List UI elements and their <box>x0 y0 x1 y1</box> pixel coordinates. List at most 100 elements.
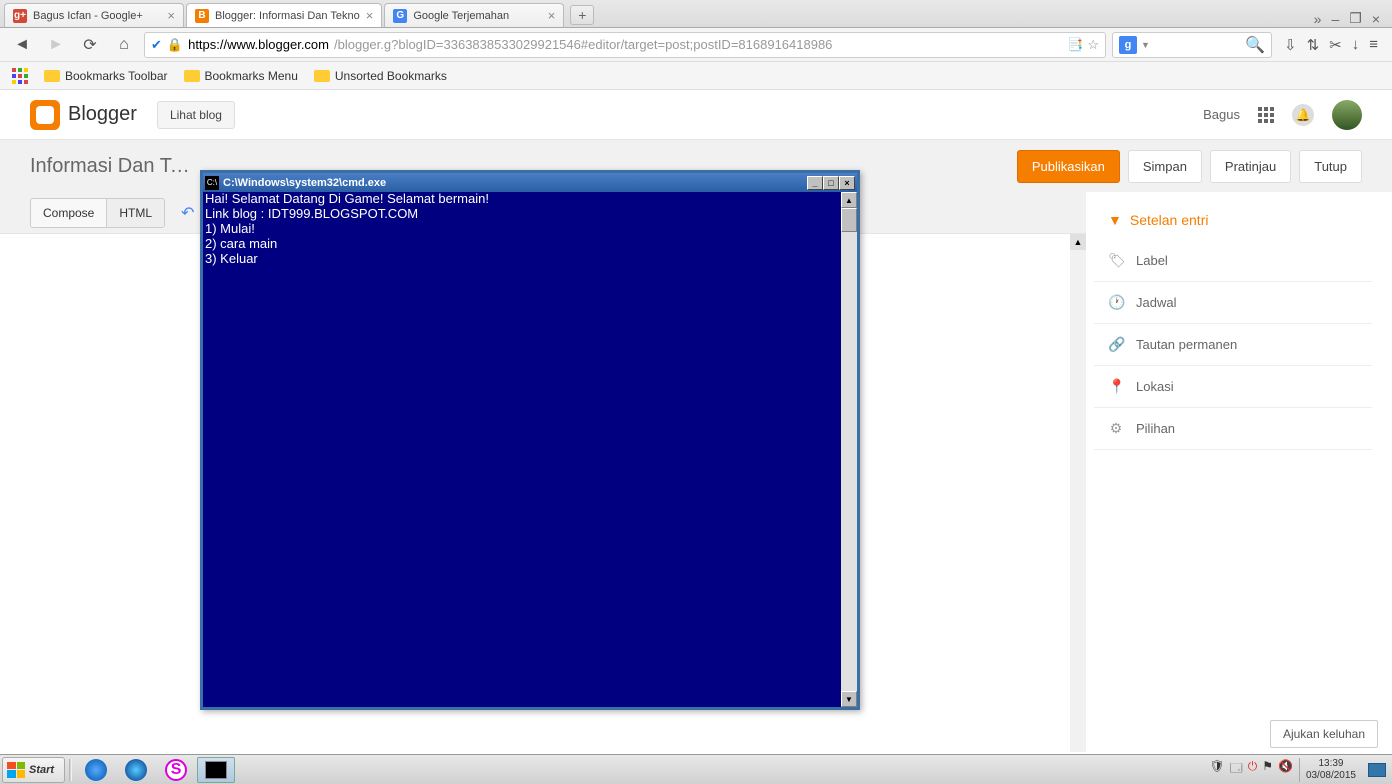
back-button[interactable]: ◄ <box>8 31 36 59</box>
search-icon[interactable]: 🔍 <box>1245 35 1265 55</box>
scroll-up-icon[interactable]: ▲ <box>1070 234 1086 250</box>
close-button[interactable]: × <box>1372 11 1380 27</box>
cmd-scrollbar[interactable]: ▲ ▼ <box>841 192 857 707</box>
bookmarks-toolbar-folder[interactable]: Bookmarks Toolbar <box>44 69 168 83</box>
taskbar-ie[interactable] <box>77 757 115 783</box>
blogger-logo-icon <box>30 100 60 130</box>
tray-clock[interactable]: 13:39 03/08/2015 <box>1299 758 1362 782</box>
publish-button[interactable]: Publikasikan <box>1017 150 1120 183</box>
tray-shield-icon[interactable]: 🛡 <box>1209 759 1224 780</box>
reader-icon[interactable]: 📑 <box>1067 37 1083 53</box>
scroll-up-icon[interactable]: ▲ <box>841 192 857 208</box>
cmd-maximize-button[interactable]: □ <box>823 176 839 190</box>
close-icon[interactable]: × <box>167 8 175 23</box>
window-controls: » – ❐ × <box>1314 10 1392 27</box>
folder-icon <box>184 70 200 82</box>
save-button[interactable]: Simpan <box>1128 150 1202 183</box>
tag-icon: 🏷 <box>1108 252 1124 269</box>
minimize-button[interactable]: – <box>1331 11 1339 27</box>
location-icon: 📍 <box>1108 378 1124 395</box>
sidebar-item-schedule[interactable]: 🕐 Jadwal <box>1094 282 1372 324</box>
lock-icon: 🔒 <box>167 37 183 53</box>
s-icon: S <box>165 759 187 781</box>
forward-button[interactable]: ► <box>42 31 70 59</box>
sync-icon[interactable]: ⇅ <box>1307 36 1320 54</box>
sidebar-item-location[interactable]: 📍 Lokasi <box>1094 366 1372 408</box>
preview-button[interactable]: Pratinjau <box>1210 150 1291 183</box>
maximize-button[interactable]: ❐ <box>1349 10 1362 27</box>
view-blog-button[interactable]: Lihat blog <box>157 101 235 129</box>
system-tray: 🛡 🗔 ⏻ ⚑ 🔇 13:39 03/08/2015 <box>1203 758 1392 782</box>
taskbar-cmd[interactable] <box>197 757 235 783</box>
url-path: /blogger.g?blogID=3363838533029921546#ed… <box>334 37 1062 52</box>
cometbird-icon <box>125 759 147 781</box>
verified-icon: ✔ <box>151 37 162 53</box>
apps-grid-icon[interactable] <box>1258 107 1274 123</box>
sidebar-item-options[interactable]: ⚙ Pilihan <box>1094 408 1372 450</box>
blogger-logo[interactable]: Blogger <box>30 100 137 130</box>
chevron-down-icon: ▼ <box>1108 212 1122 228</box>
close-button[interactable]: Tutup <box>1299 150 1362 183</box>
star-icon[interactable]: ☆ <box>1087 37 1099 53</box>
dropdown-icon[interactable]: ▼ <box>1141 40 1150 50</box>
cmd-close-button[interactable]: × <box>839 176 855 190</box>
scroll-thumb[interactable] <box>841 208 857 232</box>
show-desktop-button[interactable] <box>1368 763 1386 777</box>
tray-volume-icon[interactable]: 🔇 <box>1278 759 1293 780</box>
close-icon[interactable]: × <box>548 8 556 23</box>
taskbar: Start S 🛡 🗔 ⏻ ⚑ 🔇 13:39 03/08/2015 <box>0 754 1392 784</box>
tab-blogger[interactable]: B Blogger: Informasi Dan Tekno × <box>186 3 382 27</box>
menu-icon[interactable]: ≡ <box>1369 36 1378 53</box>
blogger-icon: B <box>195 9 209 23</box>
unsorted-bookmarks-folder[interactable]: Unsorted Bookmarks <box>314 69 447 83</box>
download-icon[interactable]: ↓ <box>1352 36 1360 53</box>
toolbar-actions: ⇩ ⇅ ✂ ↓ ≡ <box>1278 36 1384 54</box>
cmd-minimize-button[interactable]: _ <box>807 176 823 190</box>
notifications-icon[interactable]: 🔔 <box>1292 104 1314 126</box>
start-button[interactable]: Start <box>2 757 65 783</box>
avatar[interactable] <box>1332 100 1362 130</box>
cmd-body[interactable]: Hai! Selamat Datang Di Game! Selamat ber… <box>203 192 857 707</box>
gear-icon: ⚙ <box>1108 420 1124 437</box>
bookmarks-menu-folder[interactable]: Bookmarks Menu <box>184 69 298 83</box>
bookmarks-bar: Bookmarks Toolbar Bookmarks Menu Unsorte… <box>0 62 1392 90</box>
cmd-titlebar[interactable]: C:\ C:\Windows\system32\cmd.exe _ □ × <box>203 173 857 192</box>
clock-icon: 🕐 <box>1108 294 1124 311</box>
gplus-icon: g+ <box>13 9 27 23</box>
scroll-down-icon[interactable]: ▼ <box>841 691 857 707</box>
home-button[interactable]: ⌂ <box>110 31 138 59</box>
tab-translate[interactable]: G Google Terjemahan × <box>384 3 564 27</box>
editor-scrollbar[interactable]: ▲ <box>1070 234 1086 752</box>
html-button[interactable]: HTML <box>107 199 164 227</box>
apps-shortcut[interactable] <box>12 68 28 84</box>
tray-power-icon[interactable]: ⏻ <box>1248 759 1258 780</box>
overflow-icon[interactable]: » <box>1314 11 1322 27</box>
address-bar[interactable]: ✔ 🔒 https://www.blogger.com/blogger.g?bl… <box>144 32 1106 58</box>
post-settings-sidebar: ▼ Setelan entri 🏷 Label 🕐 Jadwal 🔗 Tauta… <box>1086 192 1392 752</box>
tray-flag-icon[interactable]: ⚑ <box>1262 759 1273 780</box>
cmd-output: Hai! Selamat Datang Di Game! Selamat ber… <box>203 192 841 707</box>
sidebar-header[interactable]: ▼ Setelan entri <box>1094 200 1372 240</box>
pocket-icon[interactable]: ⇩ <box>1284 36 1297 54</box>
feedback-link[interactable]: Ajukan keluhan <box>1270 720 1378 748</box>
taskbar-cometbird[interactable] <box>117 757 155 783</box>
user-name[interactable]: Bagus <box>1203 107 1240 122</box>
separator <box>69 759 72 781</box>
search-box[interactable]: g ▼ 🔍 <box>1112 32 1272 58</box>
sidebar-item-label[interactable]: 🏷 Label <box>1094 240 1372 282</box>
browser-tab-strip: g+ Bagus Icfan - Google+ × B Blogger: In… <box>0 0 1392 28</box>
folder-icon <box>44 70 60 82</box>
new-tab-button[interactable]: + <box>570 5 594 25</box>
taskbar-app[interactable]: S <box>157 757 195 783</box>
sidebar-item-permalink[interactable]: 🔗 Tautan permanen <box>1094 324 1372 366</box>
tray-devices-icon[interactable]: 🗔 <box>1230 759 1243 780</box>
cmd-icon: C:\ <box>205 176 219 190</box>
reload-button[interactable]: ⟳ <box>76 31 104 59</box>
undo-icon[interactable]: ↶ <box>175 203 200 223</box>
close-icon[interactable]: × <box>366 8 374 23</box>
tab-gplus[interactable]: g+ Bagus Icfan - Google+ × <box>4 3 184 27</box>
cut-icon[interactable]: ✂ <box>1329 36 1342 54</box>
apps-icon <box>12 68 28 84</box>
mode-toggle: Compose HTML <box>30 198 165 228</box>
compose-button[interactable]: Compose <box>31 199 107 227</box>
